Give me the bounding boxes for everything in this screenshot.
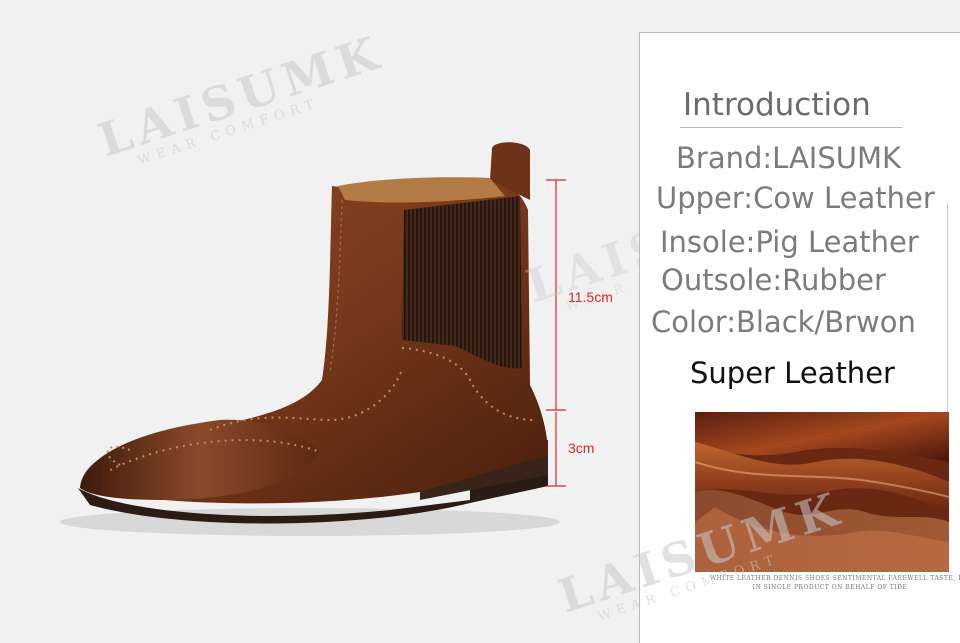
title-underline (680, 127, 902, 128)
spec-color: Color:Black/Brwon (651, 305, 916, 339)
product-photo: LAISUMK WEAR COMFORT LAISUMK WEAR COMFOR… (0, 0, 818, 643)
introduction-title: Introduction (683, 87, 871, 123)
super-leather-title: Super Leather (690, 356, 895, 390)
dimension-markers (546, 179, 566, 487)
product-detail-image: LAISUMK WEAR COMFORT LAISUMK WEAR COMFOR… (0, 0, 960, 643)
shaft-height-label: 11.5cm (568, 289, 613, 305)
leather-caption-line-2: IN SINGLE PRODUCT ON BEHALF OF TIDE (752, 584, 908, 591)
leather-caption-line-1: WHITE LEATHER DENNIS SHOES SENTIMENTAL F… (710, 575, 960, 582)
leather-swatch-illustration (695, 412, 949, 572)
leather-swatch-photo (695, 412, 949, 572)
card-divider (947, 203, 948, 419)
spec-outsole: Outsole:Rubber (661, 263, 886, 297)
chelsea-boot-illustration (60, 142, 566, 536)
spec-brand: Brand:LAISUMK (676, 141, 902, 175)
product-info-card: Introduction Brand:LAISUMK Upper:Cow Lea… (639, 32, 960, 643)
spec-insole: Insole:Pig Leather (660, 225, 919, 259)
spec-upper: Upper:Cow Leather (656, 181, 935, 215)
heel-height-label: 3cm (568, 440, 595, 456)
